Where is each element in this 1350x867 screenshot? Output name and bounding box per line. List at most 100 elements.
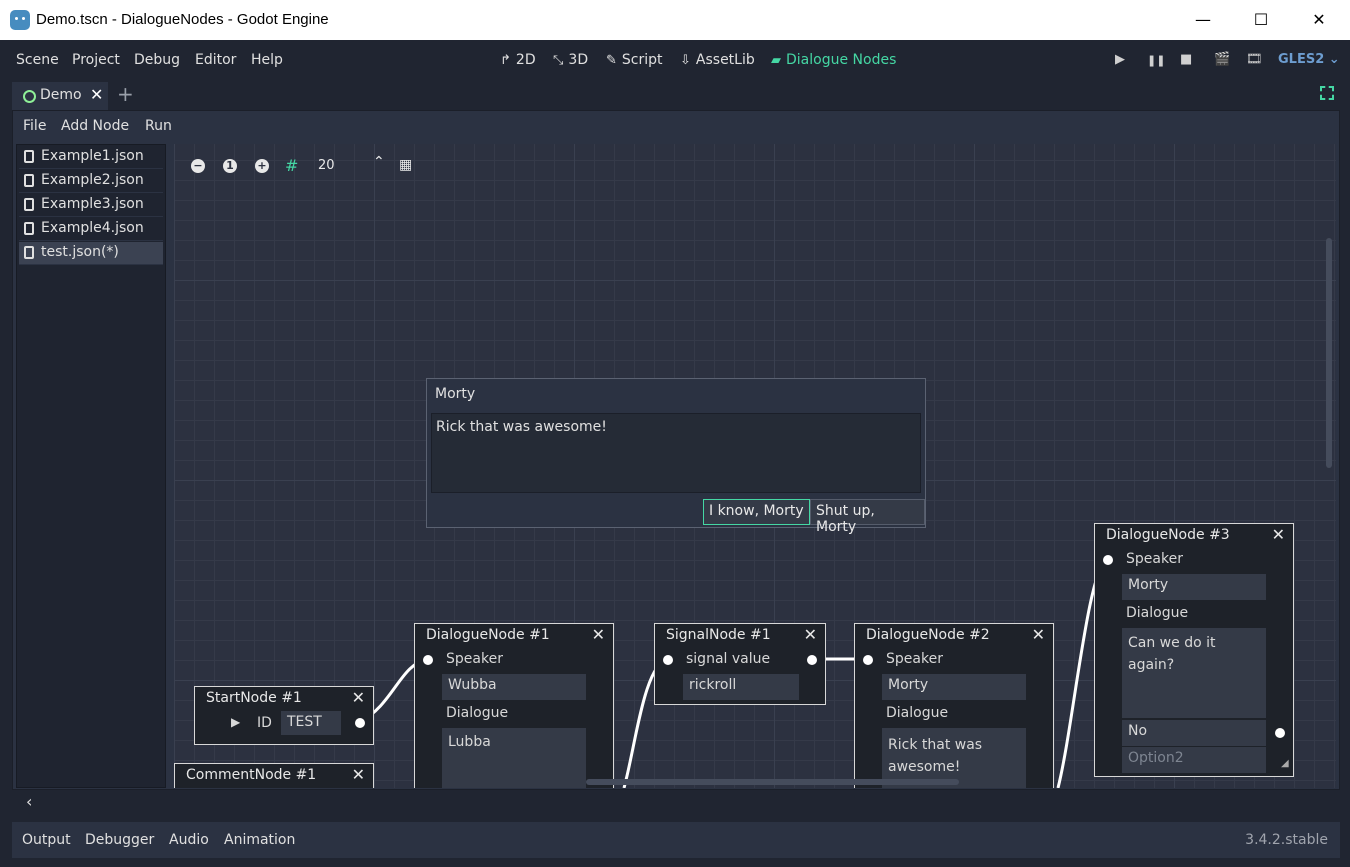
script-file-icon [24, 174, 34, 187]
option-placeholder-input[interactable]: Option2 [1122, 747, 1266, 773]
workspace-2d-label: 2D [515, 52, 536, 68]
close-node-icon[interactable]: ✕ [592, 625, 605, 644]
workspace-3d-button[interactable]: ⤡ 3D [553, 52, 588, 68]
scene-tabbar [0, 80, 1350, 110]
close-node-icon[interactable]: ✕ [1032, 625, 1045, 644]
add-scene-tab-button[interactable]: + [117, 82, 134, 106]
menu-project[interactable]: Project [72, 52, 120, 68]
plugin-menu-run[interactable]: Run [145, 118, 172, 134]
dialogue-text-line: Can we do it [1128, 635, 1216, 651]
dialogue-textarea[interactable]: Lubba [442, 728, 586, 788]
play-custom-scene-icon[interactable]: 🎞 [1246, 52, 1263, 67]
workspace-dialogue-nodes-button[interactable]: ▰ Dialogue Nodes [771, 52, 896, 68]
dialogue-node-1[interactable]: DialogueNode #1 ✕ Speaker Wubba Dialogue… [414, 623, 614, 788]
file-item[interactable]: Example1.json [19, 146, 163, 169]
workspace-script-button[interactable]: ✎ Script [606, 52, 663, 68]
dialogue-textarea[interactable]: Can we do it again? [1122, 628, 1266, 718]
resize-handle-icon[interactable]: ◢ [1281, 758, 1289, 769]
workspace-assetlib-button[interactable]: ⇩ AssetLib [680, 52, 755, 68]
file-item[interactable]: Example2.json [19, 170, 163, 193]
dialogue-label: Dialogue [446, 705, 509, 721]
speaker-input[interactable]: Morty [882, 674, 1026, 700]
dialogue-text-line: Rick that was [888, 737, 983, 753]
script-icon: ✎ [606, 53, 617, 68]
speaker-label: Speaker [1126, 551, 1183, 567]
input-port[interactable] [663, 655, 673, 665]
dialogue-node-2[interactable]: DialogueNode #2 ✕ Speaker Morty Dialogue… [854, 623, 1054, 788]
file-item-label: Example4.json [41, 220, 144, 236]
output-port[interactable] [807, 655, 817, 665]
plugin-menu-add-node[interactable]: Add Node [61, 118, 129, 134]
speaker-input[interactable]: Wubba [442, 674, 586, 700]
window-titlebar: Demo.tscn - DialogueNodes - Godot Engine… [0, 0, 1350, 40]
distraction-free-icon[interactable] [1320, 86, 1334, 100]
workspace-2d-button[interactable]: ↱ 2D [500, 52, 536, 68]
pause-button[interactable]: ❚❚ [1147, 54, 1165, 67]
id-input[interactable]: TEST [281, 711, 341, 735]
close-window-button[interactable]: ✕ [1290, 0, 1348, 40]
menu-scene[interactable]: Scene [16, 52, 59, 68]
preview-option-button[interactable]: I know, Morty [703, 499, 810, 525]
input-port[interactable] [1103, 555, 1113, 565]
plugin-menu-file[interactable]: File [23, 118, 46, 134]
dialogue-preview-popup: Morty Rick that was awesome! I know, Mor… [426, 378, 926, 535]
close-node-icon[interactable]: ✕ [1272, 525, 1285, 544]
menu-debug[interactable]: Debug [134, 52, 180, 68]
dialogue-text-line: again? [1128, 657, 1175, 673]
collapse-arrow-icon[interactable]: ‹ [26, 792, 32, 811]
file-item[interactable]: Example3.json [19, 194, 163, 217]
scene-tab-label: Demo [40, 87, 82, 103]
scene-root-icon [23, 90, 36, 103]
window-title: Demo.tscn - DialogueNodes - Godot Engine [36, 11, 329, 28]
input-port[interactable] [423, 655, 433, 665]
workspace-assetlib-label: AssetLib [695, 52, 755, 68]
preview-option-button[interactable]: Shut up, Morty [810, 499, 925, 535]
dialogue-text-line: awesome! [888, 759, 961, 775]
play-button[interactable]: ▶ [1115, 52, 1125, 67]
preview-speaker: Morty [435, 386, 476, 402]
node-title: DialogueNode #3 [1106, 527, 1230, 543]
script-file-icon [24, 222, 34, 235]
file-list: Example1.json Example2.json Example3.jso… [16, 144, 166, 788]
option-input[interactable]: No [1122, 720, 1266, 746]
stop-button[interactable]: ■ [1180, 52, 1192, 67]
graph-vertical-scrollbar[interactable] [1326, 238, 1332, 468]
version-label: 3.4.2.stable [1245, 832, 1328, 848]
start-node[interactable]: StartNode #1 ✕ ▶ ID TEST [194, 686, 374, 745]
workspace-3d-label: 3D [568, 52, 589, 68]
speaker-input[interactable]: Morty [1122, 574, 1266, 600]
signal-value-input[interactable]: rickroll [683, 674, 799, 700]
tab-debugger[interactable]: Debugger [85, 832, 154, 848]
file-item-selected[interactable]: test.json(*) [19, 242, 163, 265]
script-file-icon [24, 150, 34, 163]
close-node-icon[interactable]: ✕ [352, 688, 365, 707]
maximize-button[interactable]: ☐ [1232, 0, 1290, 40]
graph-horizontal-scrollbar[interactable] [586, 779, 959, 785]
minimize-button[interactable]: — [1174, 0, 1232, 40]
3d-icon: ⤡ [553, 53, 564, 68]
scene-tab-demo[interactable]: Demo ✕ [12, 82, 108, 110]
option-output-port[interactable] [1275, 728, 1285, 738]
speaker-label: Speaker [886, 651, 943, 667]
close-node-icon[interactable]: ✕ [804, 625, 817, 644]
menu-editor[interactable]: Editor [195, 52, 236, 68]
signal-node-1[interactable]: SignalNode #1 ✕ signal value rickroll [654, 623, 826, 705]
file-item[interactable]: Example4.json [19, 218, 163, 241]
tab-audio[interactable]: Audio [169, 832, 209, 848]
input-port[interactable] [863, 655, 873, 665]
dialogue-icon: ▰ [771, 53, 781, 68]
play-icon[interactable]: ▶ [231, 715, 240, 729]
comment-node[interactable]: CommentNode #1 ✕ [174, 763, 374, 788]
tab-output[interactable]: Output [22, 832, 71, 848]
close-tab-icon[interactable]: ✕ [90, 85, 103, 104]
workspace-script-label: Script [621, 52, 663, 68]
node-title: SignalNode #1 [666, 627, 771, 643]
close-node-icon[interactable]: ✕ [352, 765, 365, 784]
play-scene-icon[interactable]: 🎬 [1214, 52, 1230, 67]
preview-dialogue-text: Rick that was awesome! [431, 413, 921, 493]
dialogue-node-3[interactable]: DialogueNode #3 ✕ Speaker Morty Dialogue… [1094, 523, 1294, 777]
tab-animation[interactable]: Animation [224, 832, 295, 848]
renderer-dropdown[interactable]: GLES2 ⌄ [1278, 52, 1340, 67]
output-port[interactable] [355, 718, 365, 728]
menu-help[interactable]: Help [251, 52, 283, 68]
